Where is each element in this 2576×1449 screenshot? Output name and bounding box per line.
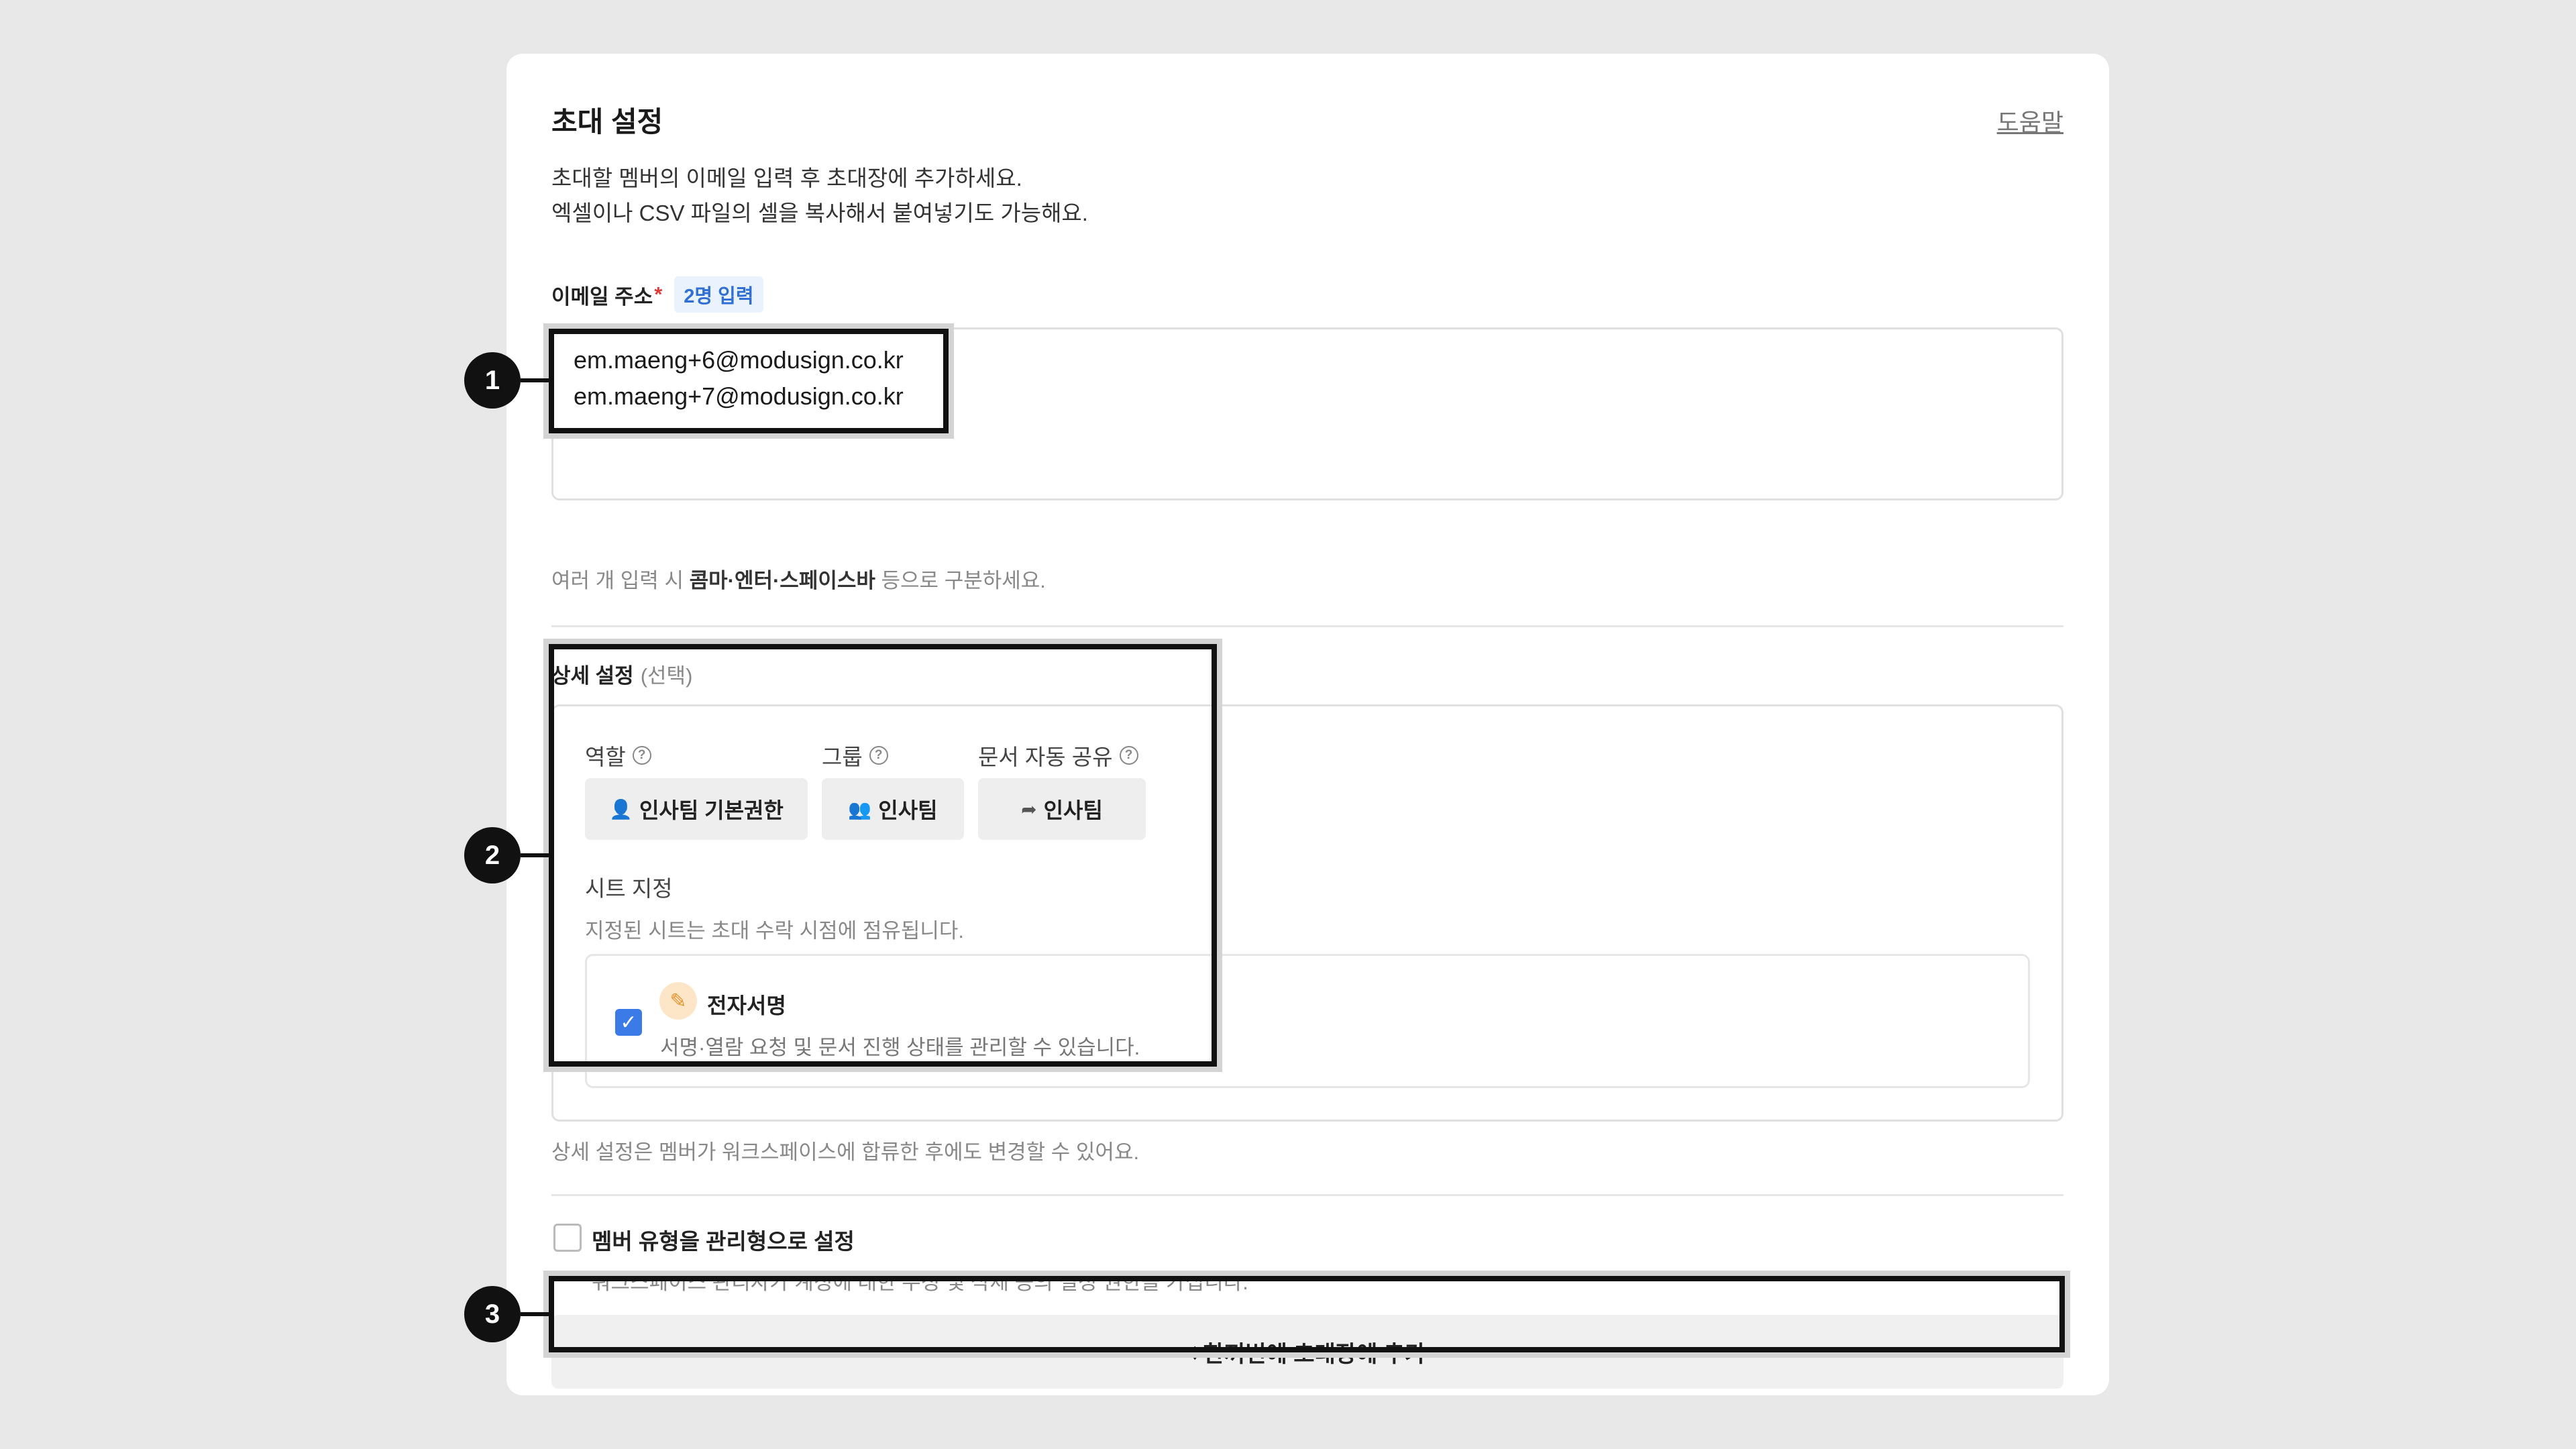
divider (551, 625, 2063, 627)
help-link[interactable]: 도움말 (1997, 103, 2063, 138)
callout-highlight-2 (549, 644, 1217, 1067)
callout-highlight-1 (549, 329, 949, 433)
page-title: 초대 설정 (551, 106, 663, 138)
callout-leader-1 (521, 378, 551, 382)
callout-marker-1: 1 (464, 352, 521, 409)
email-hint: 여러 개 입력 시 콤마·엔터·스페이스바 등으로 구분하세요. (551, 564, 1046, 594)
required-mark: * (654, 282, 663, 306)
description-line-1: 초대할 멤버의 이메일 입력 후 초대장에 추가하세요. (551, 166, 1022, 191)
page-description: 초대할 멤버의 이메일 입력 후 초대장에 추가하세요. 엑셀이나 CSV 파일… (551, 161, 1088, 231)
email-hint-suffix: 등으로 구분하세요. (875, 569, 1046, 592)
callout-marker-3: 3 (464, 1286, 521, 1342)
description-line-2: 엑셀이나 CSV 파일의 셀을 복사해서 붙여넣기도 가능해요. (551, 201, 1088, 225)
admin-label[interactable]: 멤버 유형을 관리형으로 설정 (592, 1224, 855, 1256)
callout-leader-2 (521, 853, 551, 857)
callout-marker-2: 2 (464, 827, 521, 883)
callout-highlight-3 (549, 1276, 2065, 1352)
admin-checkbox[interactable] (553, 1224, 582, 1252)
detail-footer-hint: 상세 설정은 멤버가 워크스페이스에 합류한 후에도 변경할 수 있어요. (551, 1140, 1140, 1164)
email-hint-prefix: 여러 개 입력 시 (551, 569, 690, 592)
email-label: 이메일 주소 (551, 284, 653, 309)
email-count-badge: 2명 입력 (674, 276, 763, 313)
divider (551, 1194, 2063, 1196)
email-hint-bold: 콤마·엔터·스페이스바 (689, 569, 875, 592)
email-label-row: 이메일 주소 * 2명 입력 (551, 276, 763, 313)
callout-leader-3 (521, 1312, 551, 1316)
